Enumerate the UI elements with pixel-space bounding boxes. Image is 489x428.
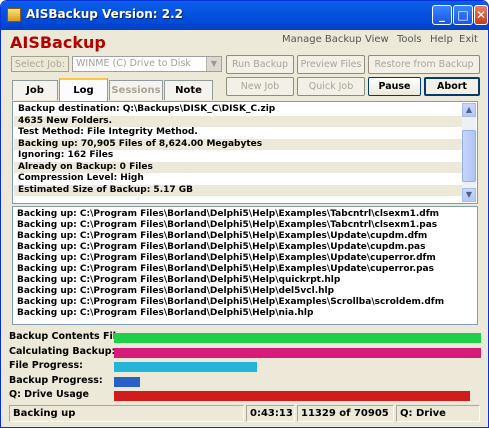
pause-button[interactable]: Pause (368, 77, 421, 96)
run-backup-button[interactable]: Run Backup (226, 55, 294, 74)
scroll-down-icon[interactable]: ▼ (462, 188, 476, 202)
minimize-icon: _ (439, 8, 445, 22)
abort-button[interactable]: Abort (424, 77, 480, 96)
progress-bar-backup (114, 377, 481, 387)
maximize-icon: □ (457, 8, 469, 22)
title-bar[interactable]: AISBackup Version: 2.2 _ □ ✕ (1, 1, 488, 30)
window-title: AISBackup Version: 2.2 (26, 7, 184, 21)
app-icon (7, 8, 21, 22)
progress-fill (114, 333, 481, 343)
tab-job[interactable]: Job (12, 80, 58, 100)
backup-log[interactable]: Backing up: C:\Program Files\Borland\Del… (12, 206, 478, 325)
log-line: Backing up: C:\Program Files\Borland\Del… (17, 308, 314, 318)
progress-label-file: File Progress: (9, 360, 83, 371)
progress-fill (114, 362, 258, 372)
progress-label-drive-usage: Q: Drive Usage (9, 389, 89, 400)
job-select[interactable]: WINME (C) Drive to Disk ▼ (72, 56, 222, 72)
close-icon: ✕ (475, 8, 487, 22)
restore-from-backup-button[interactable]: Restore from Backup (368, 55, 480, 74)
progress-bar-file (114, 362, 481, 372)
chevron-down-icon[interactable]: ▼ (206, 57, 221, 71)
log-line: Backing up: C:\Program Files\Borland\Del… (17, 264, 434, 274)
progress-fill (114, 377, 140, 387)
menu-manage-backup[interactable]: Manage Backup (282, 34, 362, 45)
backup-info-list[interactable]: Backup destination: Q:\Backups\DISK_C\DI… (12, 101, 478, 204)
progress-label-calculating: Calculating Backup: (9, 346, 116, 357)
status-elapsed-time: 0:43:13 (246, 405, 295, 422)
info-row: Estimated Size of Backup: 5.17 GB (14, 184, 463, 196)
log-line: Backing up: C:\Program Files\Borland\Del… (17, 253, 436, 263)
app-window: AISBackup Version: 2.2 _ □ ✕ AISBackup M… (0, 0, 489, 428)
info-row: 4635 New Folders. (14, 115, 463, 127)
brand-logo: AISBackup (10, 33, 106, 52)
maximize-button[interactable]: □ (453, 5, 473, 25)
progress-fill (114, 348, 481, 358)
menu-help[interactable]: Help (430, 34, 453, 45)
minimize-button[interactable]: _ (432, 5, 452, 25)
new-job-button[interactable]: New Job (226, 77, 294, 96)
progress-label-contents: Backup Contents File: (9, 331, 127, 342)
log-line: Backing up: C:\Program Files\Borland\Del… (17, 297, 445, 307)
preview-files-button[interactable]: Preview Files (297, 55, 365, 74)
info-row: Test Method: File Integrity Method. (18, 127, 198, 137)
progress-fill (114, 391, 470, 401)
progress-bar-drive-usage (114, 391, 481, 401)
info-row: Ignoring: 162 Files (18, 150, 114, 160)
scroll-up-icon[interactable]: ▲ (462, 103, 476, 117)
log-line: Backing up: C:\Program Files\Borland\Del… (17, 275, 341, 285)
close-button[interactable]: ✕ (474, 5, 488, 25)
log-line: Backing up: C:\Program Files\Borland\Del… (17, 220, 438, 230)
menu-view[interactable]: View (365, 34, 389, 45)
log-line: Backing up: C:\Program Files\Borland\Del… (17, 242, 426, 252)
status-state: Backing up (9, 405, 244, 422)
status-drive: Q: Drive (396, 405, 480, 422)
tab-note[interactable]: Note (164, 80, 213, 100)
log-line: Backing up: C:\Program Files\Borland\Del… (17, 286, 335, 296)
job-select-value: WINME (C) Drive to Disk (76, 58, 191, 69)
progress-bar-calculating (114, 348, 481, 358)
scroll-thumb[interactable] (462, 130, 476, 182)
info-row: Already on Backup: 0 Files (14, 161, 463, 173)
tab-sessions[interactable]: Sessions (109, 80, 163, 100)
status-file-count: 11329 of 70905 (297, 405, 394, 422)
progress-bar-contents (114, 333, 481, 343)
tab-log[interactable]: Log (59, 78, 108, 101)
log-line: Backing up: C:\Program Files\Borland\Del… (17, 209, 440, 219)
quick-job-button[interactable]: Quick Job (297, 77, 365, 96)
menu-exit[interactable]: Exit (459, 34, 478, 45)
info-row: Backing up: 70,905 Files of 8,624.00 Meg… (14, 138, 463, 150)
select-job-button[interactable]: Select Job: (11, 56, 69, 72)
log-line: Backing up: C:\Program Files\Borland\Del… (17, 231, 428, 241)
info-scrollbar[interactable]: ▲ ▼ (462, 103, 476, 202)
info-row: Backup destination: Q:\Backups\DISK_C\DI… (18, 104, 276, 114)
info-row: Compression Level: High (18, 173, 144, 183)
menu-tools[interactable]: Tools (397, 34, 422, 45)
progress-label-backup: Backup Progress: (9, 375, 103, 386)
